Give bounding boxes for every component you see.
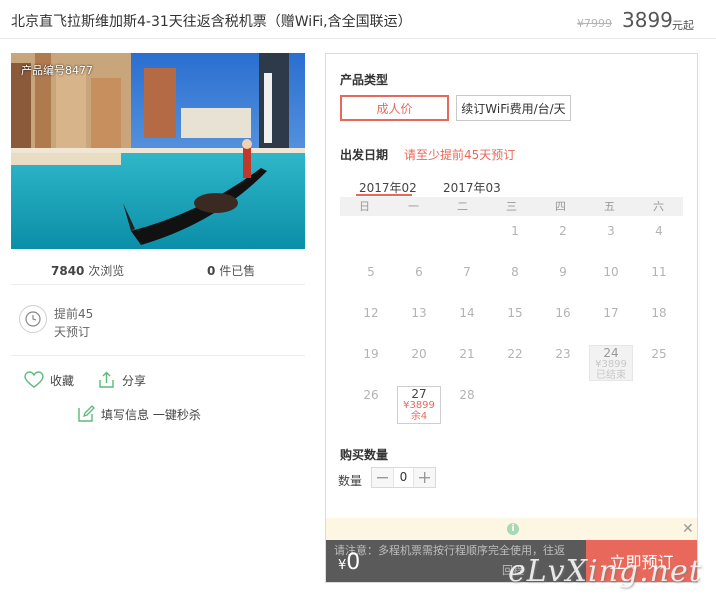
clock-icon	[19, 305, 47, 333]
sold-count: 0	[207, 264, 216, 278]
active-month-indicator	[356, 194, 412, 196]
weekday-wed: 三	[506, 200, 517, 213]
calendar-day: 15	[507, 306, 523, 320]
total-value: 0	[346, 550, 361, 575]
calendar-day: 16	[555, 306, 571, 320]
quantity-title: 购买数量	[340, 448, 389, 462]
calendar-day: 19	[363, 347, 379, 361]
departure-date-title: 出发日期	[340, 148, 389, 162]
day-number: 27	[411, 387, 427, 401]
day-number: 24	[603, 346, 619, 360]
advance-booking-label: 天预订	[54, 325, 91, 339]
calendar-day: 9	[559, 265, 567, 279]
quantity-value[interactable]: 0	[393, 468, 414, 487]
product-code: 产品编号8477	[21, 64, 93, 77]
stats-divider	[11, 284, 305, 285]
calendar-day: 1	[511, 224, 519, 238]
calendar-day: 28	[459, 388, 475, 402]
info-divider	[11, 355, 305, 356]
calendar-day-ended: 24 ¥3899 已结束	[589, 345, 633, 381]
calendar-day: 12	[363, 306, 379, 320]
date-hint: 请至少提前45天预订	[404, 148, 516, 162]
edit-icon	[78, 405, 95, 422]
product-type-adult[interactable]: 成人价	[340, 95, 449, 121]
close-icon[interactable]: ✕	[682, 521, 694, 537]
share-button[interactable]: 分享	[97, 371, 146, 389]
product-photo	[11, 53, 305, 249]
plus-icon[interactable]	[414, 468, 435, 487]
quantity-stepper: 0	[371, 467, 436, 488]
fill-info-label: 填写信息 一键秒杀	[101, 407, 201, 422]
views-label: 次浏览	[88, 264, 125, 278]
calendar-day: 13	[411, 306, 427, 320]
day-price: ¥3899	[595, 359, 627, 370]
calendar-day: 11	[651, 265, 667, 279]
sold-label: 件已售	[219, 264, 256, 278]
calendar-day: 6	[415, 265, 423, 279]
calendar-day: 22	[507, 347, 523, 361]
calendar-day: 8	[511, 265, 519, 279]
product-type-title: 产品类型	[340, 73, 389, 87]
calendar-day: 17	[603, 306, 619, 320]
month-tab-2017-03[interactable]: 2017年03	[443, 179, 501, 196]
views-count: 7840	[51, 264, 85, 278]
calendar-day: 23	[555, 347, 571, 361]
weekday-mon: 一	[408, 200, 419, 213]
calendar-day: 21	[459, 347, 475, 361]
advance-booking-days: 提前45	[54, 307, 94, 321]
calendar-day: 4	[655, 224, 663, 238]
minus-icon[interactable]	[372, 468, 393, 487]
calendar-day: 2	[559, 224, 567, 238]
weekday-sat: 六	[653, 200, 664, 213]
product-type-wifi[interactable]: 续订WiFi费用/台/天	[456, 95, 571, 121]
calendar-day: 7	[463, 265, 471, 279]
favorite-button[interactable]: 收藏	[24, 371, 74, 389]
calendar-day: 14	[459, 306, 475, 320]
day-price: ¥3899	[403, 400, 435, 411]
heart-icon	[24, 371, 44, 388]
weekday-sun: 日	[359, 200, 370, 213]
total-price: ¥0	[338, 550, 360, 575]
weekday-tue: 二	[457, 200, 468, 213]
calendar-day: 26	[363, 388, 379, 402]
calendar-day-available[interactable]: 27 ¥3899 余4	[397, 386, 441, 424]
quantity-label: 数量	[338, 474, 363, 488]
share-icon	[99, 371, 114, 388]
fill-info-button[interactable]: 填写信息 一键秒杀	[77, 405, 201, 423]
weekday-fri: 五	[604, 200, 615, 213]
header-divider	[0, 38, 716, 39]
favorite-label: 收藏	[50, 373, 75, 388]
day-status: 已结束	[596, 370, 626, 381]
info-icon: i	[507, 523, 519, 535]
current-price: 3899	[622, 8, 673, 32]
price-unit: 元起	[672, 19, 694, 32]
calendar-day: 10	[603, 265, 619, 279]
calendar-day: 25	[651, 347, 667, 361]
watermark: eLvXing.net	[508, 554, 702, 589]
day-remaining: 余4	[410, 411, 428, 422]
calendar-day: 18	[651, 306, 667, 320]
calendar-day: 5	[367, 265, 375, 279]
calendar-day: 3	[607, 224, 615, 238]
weekday-thu: 四	[555, 200, 566, 213]
calendar-day: 20	[411, 347, 427, 361]
page-title: 北京直飞拉斯维加斯4-31天往返含税机票（赠WiFi,含全国联运）	[11, 14, 412, 30]
share-label: 分享	[122, 373, 147, 388]
views-stat: 7840 次浏览	[51, 262, 124, 279]
weekday-header: 日 一 二 三 四 五 六	[340, 197, 683, 216]
original-price: ¥7999	[577, 17, 612, 30]
sold-stat: 0 件已售	[207, 262, 255, 279]
